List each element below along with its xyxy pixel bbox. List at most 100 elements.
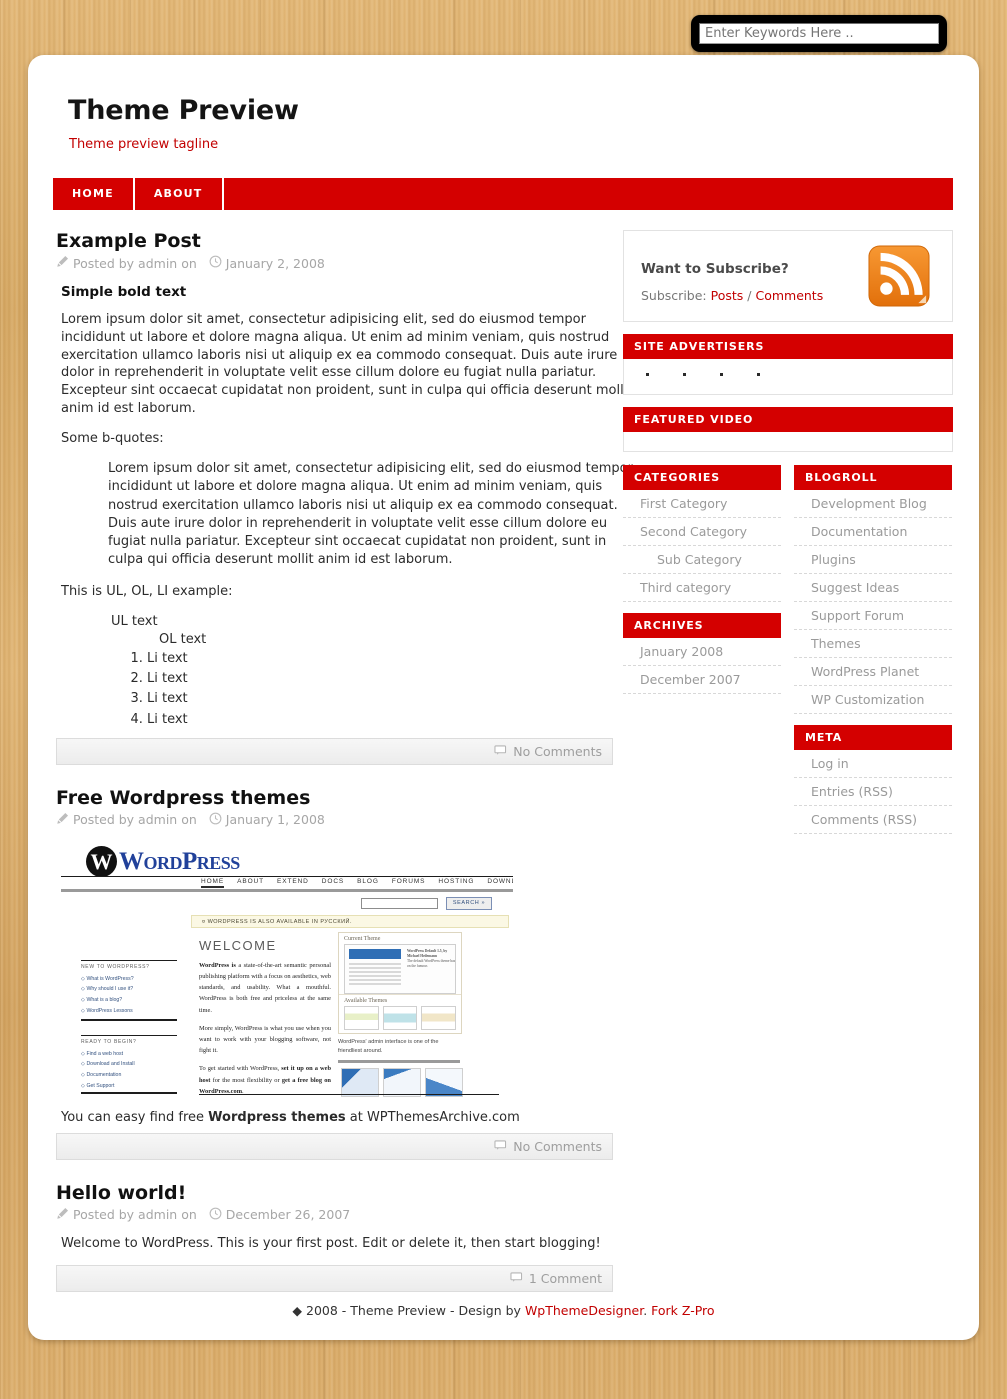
wp-nav-item: DOWNLOAD: [487, 877, 513, 885]
post-title[interactable]: Example Post: [56, 230, 635, 252]
post-date: December 26, 2007: [225, 1207, 351, 1223]
post-caption: You can easy find free Wordpress themes …: [61, 1110, 635, 1125]
caption-post: at WPThemesArchive.com: [345, 1109, 520, 1125]
sidebar-column-left: CATEGORIES First Category Second Categor…: [623, 465, 781, 834]
blogroll-item[interactable]: Suggest Ideas: [794, 574, 952, 602]
category-item-sub[interactable]: Sub Category: [623, 546, 781, 574]
blogroll-item[interactable]: Support Forum: [794, 602, 952, 630]
subscribe-comments-link[interactable]: Comments: [755, 288, 823, 303]
wp-promo-cards: [341, 1067, 463, 1097]
featured-video-body: [623, 432, 953, 452]
wp-panel-title: Current Theme: [344, 935, 381, 942]
pencil-icon: [56, 812, 69, 828]
comment-icon: [510, 1269, 523, 1288]
categories-widget: CATEGORIES First Category Second Categor…: [623, 465, 781, 602]
wordpress-homepage-screenshot: W WordPress HOME ABOUT EXTEND DOCS BLOG FORUM…: [61, 841, 513, 1102]
list-lead: This is UL, OL, LI example:: [61, 584, 233, 600]
archives-widget: ARCHIVES January 2008 December 2007: [623, 613, 781, 694]
comment-count[interactable]: No Comments: [513, 1139, 602, 1154]
wp-mini-theme: [421, 1005, 457, 1030]
post-title[interactable]: Free Wordpress themes: [56, 787, 635, 809]
wp-nav-item: HOME: [201, 877, 225, 888]
divider: [81, 1091, 177, 1094]
wp-promo-card: [383, 1067, 421, 1097]
blogroll-item[interactable]: WP Customization: [794, 686, 952, 714]
wp-theme-panel: Current Theme WordPress Default 1.5, by …: [338, 931, 462, 1034]
post-title[interactable]: Hello world!: [56, 1182, 635, 1204]
wp-link: Why should I use it?: [86, 986, 134, 993]
wp-nav-item: EXTEND: [277, 877, 309, 885]
footer-fork-link[interactable]: Fork Z-Pro: [651, 1303, 714, 1318]
wordpress-wordmark: WordPress: [119, 847, 240, 875]
archives-list: January 2008 December 2007: [623, 638, 781, 694]
main-navigation[interactable]: HOME ABOUT: [53, 178, 953, 210]
footer: ◆ 2008 - Theme Preview - Design by WpThe…: [28, 1303, 979, 1318]
post-lists: UL text OL text Li text Li text Li text …: [111, 613, 635, 729]
footer-text: 2008 - Theme Preview - Design by: [302, 1303, 525, 1318]
comment-count[interactable]: No Comments: [513, 744, 602, 759]
wp-body-2: More simply, WordPress is what you use w…: [199, 1024, 331, 1055]
pencil-icon: [56, 1207, 69, 1223]
meta-title: META: [794, 725, 952, 750]
wp-nav-item: DOCS: [321, 877, 345, 885]
comment-bar[interactable]: No Comments: [56, 737, 613, 765]
wordpress-logo-mark: W: [86, 845, 117, 877]
ol-text: OL text: [159, 632, 207, 648]
subscribe-box: Want to Subscribe? Subscribe: Posts / Co…: [623, 230, 953, 322]
post-example-post: Example Post Posted by admin on January …: [53, 230, 635, 765]
wp-theme-desc: The default WordPress theme based on the…: [407, 958, 456, 969]
advert-placeholder-dot: [683, 373, 686, 376]
sidebar-columns: CATEGORIES First Category Second Categor…: [623, 465, 953, 834]
divider: [338, 1059, 460, 1063]
comment-bar[interactable]: No Comments: [56, 1132, 613, 1160]
blogroll-item[interactable]: Plugins: [794, 546, 952, 574]
wp-sidebar-heading-2: READY TO BEGIN?: [81, 1034, 177, 1045]
search-box[interactable]: [691, 15, 947, 52]
list-item: Li text: [147, 669, 635, 689]
wp-body-text: WordPress is a state-of-the-art semantic…: [199, 960, 331, 1102]
category-item[interactable]: Third category: [623, 574, 781, 602]
meta-item[interactable]: Comments (RSS): [794, 806, 952, 834]
sidebar-column-right: BLOGROLL Development Blog Documentation …: [794, 465, 952, 834]
page-sheet: Theme Preview Theme preview tagline HOME…: [28, 55, 979, 1340]
archives-title: ARCHIVES: [623, 613, 781, 638]
comment-bar[interactable]: 1 Comment: [56, 1264, 613, 1292]
rss-icon[interactable]: [868, 245, 930, 307]
category-item[interactable]: Second Category: [623, 518, 781, 546]
comment-count[interactable]: 1 Comment: [529, 1271, 602, 1286]
category-item[interactable]: First Category: [623, 490, 781, 518]
nav-item-about[interactable]: ABOUT: [135, 178, 222, 210]
clock-icon: [209, 812, 222, 828]
nav-item-home[interactable]: HOME: [53, 178, 133, 210]
page-title: Theme Preview: [68, 95, 299, 126]
clock-icon: [209, 255, 222, 271]
blogroll-item[interactable]: Development Blog: [794, 490, 952, 518]
wp-theme-thumbnail: WordPress Default 1.5, by Michael Heilem…: [344, 943, 456, 994]
footer-designer-link[interactable]: WpThemeDesigner: [525, 1303, 643, 1318]
post-author-text: Posted by admin on: [73, 255, 197, 271]
list-item: Li text: [147, 689, 635, 709]
wp-mini-theme: [382, 1005, 418, 1030]
wp-body-1: a state-of-the-art semantic personal pub…: [199, 961, 331, 1014]
wp-sidebar-heading-1: NEW TO WORDPRESS?: [81, 959, 177, 970]
ordered-list: Li text Li text Li text Li text: [125, 649, 635, 730]
archive-item[interactable]: December 2007: [623, 666, 781, 694]
blogroll-widget: BLOGROLL Development Blog Documentation …: [794, 465, 952, 714]
main-column: Example Post Posted by admin on January …: [53, 230, 635, 1298]
post-date: January 1, 2008: [225, 812, 325, 828]
blogroll-item[interactable]: WordPress Planet: [794, 658, 952, 686]
wp-link: Get Support: [86, 1082, 115, 1089]
divider: [81, 1018, 177, 1021]
divider: [61, 888, 513, 892]
archive-item[interactable]: January 2008: [623, 638, 781, 666]
meta-item[interactable]: Entries (RSS): [794, 778, 952, 806]
meta-item[interactable]: Log in: [794, 750, 952, 778]
search-input[interactable]: [699, 23, 939, 44]
advert-placeholder-dot: [720, 373, 723, 376]
blogroll-item[interactable]: Themes: [794, 630, 952, 658]
subscribe-separator: /: [747, 288, 752, 303]
blogroll-item[interactable]: Documentation: [794, 518, 952, 546]
subscribe-posts-link[interactable]: Posts: [711, 288, 744, 303]
divider: [199, 1093, 499, 1095]
wp-nav-item: HOSTING: [438, 877, 475, 885]
